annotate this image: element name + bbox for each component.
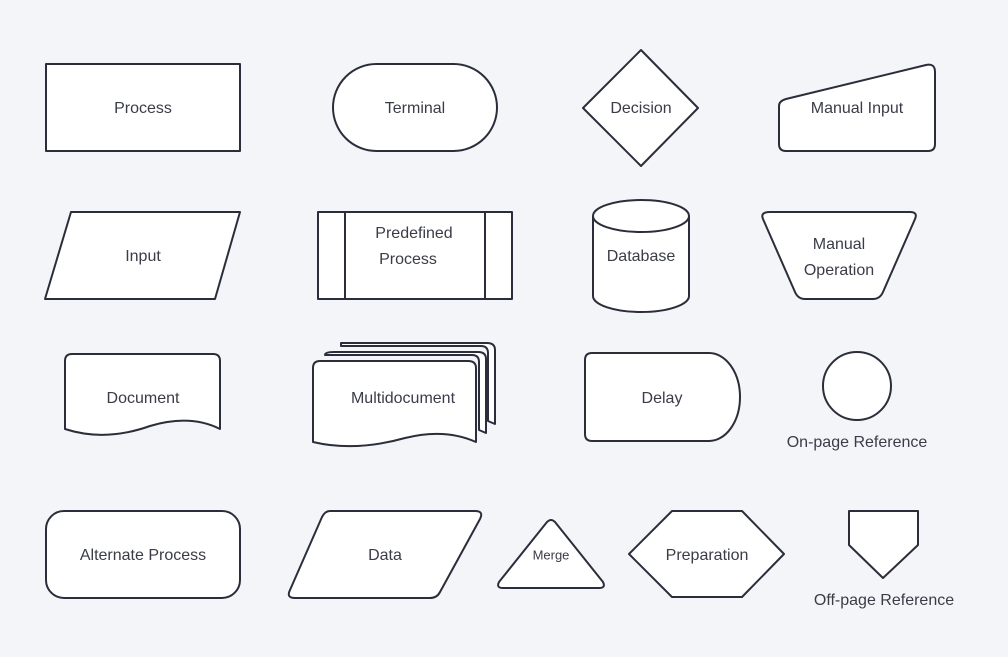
multidocument-label: Multidocument [351, 390, 456, 407]
decision-symbol: Decision [582, 49, 699, 167]
on-page-reference-label: On-page Reference [787, 434, 928, 451]
delay-label: Delay [642, 390, 683, 407]
preparation-symbol: Preparation [628, 510, 785, 598]
decision-label: Decision [610, 100, 671, 117]
manual-input-symbol: Manual Input [778, 63, 936, 152]
flowchart-symbols-diagram: Process Terminal Decision Manual Input I… [44, 49, 954, 609]
database-top [592, 199, 690, 233]
predefined-process-label-line1: Predefined [375, 225, 452, 242]
manual-operation-label-line2: Operation [804, 262, 874, 279]
terminal-label: Terminal [385, 100, 445, 117]
predefined-process-symbol: Predefined Process [317, 211, 513, 300]
merge-label: Merge [533, 547, 570, 562]
process-symbol: Process [45, 63, 241, 152]
database-label: Database [607, 248, 676, 265]
database-symbol: Database [592, 199, 690, 313]
on-page-reference-shape [822, 351, 892, 421]
process-label: Process [114, 100, 172, 117]
input-symbol: Input [44, 211, 241, 300]
preparation-label: Preparation [666, 547, 749, 564]
alternate-process-label: Alternate Process [80, 547, 206, 564]
off-page-reference-symbol: Off-page Reference [814, 510, 954, 609]
on-page-reference-symbol: On-page Reference [787, 351, 928, 451]
predefined-process-label-line2: Process [379, 251, 437, 268]
merge-symbol: Merge [497, 519, 605, 589]
alternate-process-symbol: Alternate Process [45, 510, 241, 599]
document-symbol: Document [64, 353, 221, 436]
multidocument-symbol: Multidocument [312, 342, 496, 448]
terminal-symbol: Terminal [332, 63, 498, 152]
manual-operation-shape [761, 211, 917, 300]
delay-symbol: Delay [584, 352, 741, 442]
off-page-reference-shape [848, 510, 919, 579]
manual-operation-label-line1: Manual [813, 236, 865, 253]
manual-operation-symbol: Manual Operation [761, 211, 917, 300]
off-page-reference-label: Off-page Reference [814, 592, 954, 609]
manual-input-label: Manual Input [811, 100, 904, 117]
input-label: Input [125, 248, 161, 265]
data-symbol: Data [287, 510, 483, 599]
document-label: Document [107, 390, 180, 407]
data-label: Data [368, 547, 402, 564]
